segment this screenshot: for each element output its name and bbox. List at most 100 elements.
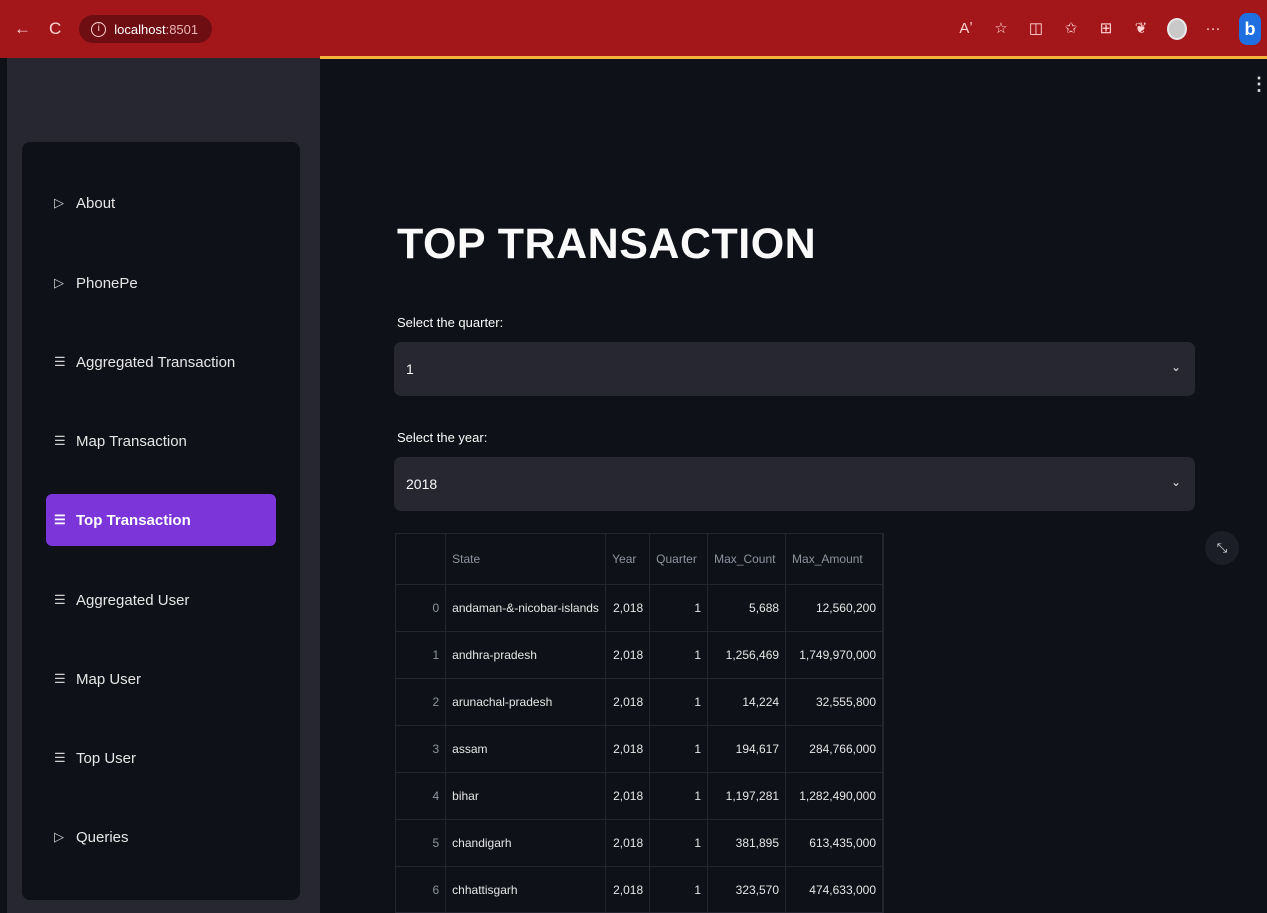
data-table: State Year Quarter Max_Count Max_Amount … <box>396 534 883 912</box>
read-aloud-icon[interactable]: Aʼ <box>957 19 975 39</box>
more-options-icon[interactable]: ··· <box>1204 19 1222 39</box>
quarter-label: Select the quarter: <box>397 315 504 330</box>
profile-avatar[interactable] <box>1167 18 1187 40</box>
max-amount-cell[interactable]: 284,766,000 <box>785 725 883 773</box>
address-bar[interactable]: i localhost:8501 <box>79 15 213 43</box>
page-title: TOP TRANSACTION <box>397 220 817 268</box>
max-count-cell[interactable]: 194,617 <box>707 725 787 773</box>
year-cell[interactable]: 2,018 <box>605 772 651 820</box>
split-screen-icon[interactable]: ◫ <box>1027 19 1045 39</box>
row-index-cell: 3 <box>396 725 447 773</box>
max-amount-cell[interactable]: 1,282,490,000 <box>785 772 883 820</box>
max-count-cell[interactable]: 1,256,469 <box>707 631 787 679</box>
browser-essentials-icon[interactable]: ❦ <box>1132 19 1150 39</box>
max-count-cell[interactable]: 5,688 <box>707 584 787 632</box>
sidebar-item-label: Aggregated Transaction <box>76 353 236 371</box>
collections-icon[interactable]: ⊞ <box>1097 19 1115 39</box>
column-header-year[interactable]: Year <box>605 534 651 585</box>
max-amount-cell[interactable]: 1,749,970,000 <box>785 631 883 679</box>
state-cell[interactable]: bihar <box>445 772 607 820</box>
table-row: 0 andaman-&-nicobar-islands 2,018 1 5,68… <box>396 584 883 632</box>
favorites-list-icon[interactable]: ✩ <box>1062 19 1080 39</box>
sidebar-item-top-user[interactable]: ☰ Top User <box>46 732 276 784</box>
max-count-cell[interactable]: 14,224 <box>707 678 787 726</box>
state-cell[interactable]: assam <box>445 725 607 773</box>
column-header-quarter[interactable]: Quarter <box>649 534 709 585</box>
play-icon: ▷ <box>54 829 64 844</box>
quarter-cell[interactable]: 1 <box>649 678 709 726</box>
column-header-max-count[interactable]: Max_Count <box>707 534 787 585</box>
row-index-cell: 4 <box>396 772 447 820</box>
sidebar-item-phonepe[interactable]: ▷ PhonePe <box>46 257 276 309</box>
sidebar-item-queries[interactable]: ▷ Queries <box>46 811 276 863</box>
bing-copilot-icon[interactable]: b <box>1239 13 1261 45</box>
quarter-cell[interactable]: 1 <box>649 819 709 867</box>
column-header-index[interactable] <box>396 534 447 585</box>
year-cell[interactable]: 2,018 <box>605 678 651 726</box>
state-cell[interactable]: andaman-&-nicobar-islands <box>445 584 607 632</box>
year-cell[interactable]: 2,018 <box>605 866 651 912</box>
quarter-cell[interactable]: 1 <box>649 584 709 632</box>
max-count-cell[interactable]: 381,895 <box>707 819 787 867</box>
play-icon: ▷ <box>54 275 64 290</box>
favorite-star-icon[interactable]: ☆ <box>992 19 1010 39</box>
back-icon[interactable]: ← <box>14 19 31 39</box>
state-cell[interactable]: arunachal-pradesh <box>445 678 607 726</box>
state-cell[interactable]: chhattisgarh <box>445 866 607 912</box>
list-icon: ☰ <box>54 750 66 765</box>
max-count-cell[interactable]: 1,197,281 <box>707 772 787 820</box>
chevron-down-icon: ⌄ <box>1170 475 1181 489</box>
sidebar-item-label: Queries <box>76 828 129 846</box>
sidebar-item-map-transaction[interactable]: ☰ Map Transaction <box>46 415 276 467</box>
quarter-select[interactable]: 1 ⌄ <box>394 342 1195 396</box>
browser-toolbar: ← C i localhost:8501 Aʼ ☆ ◫ ✩ ⊞ ❦ ··· b <box>0 0 1267 58</box>
max-amount-cell[interactable]: 474,633,000 <box>785 866 883 912</box>
list-icon: ☰ <box>54 433 66 448</box>
table-row: 1 andhra-pradesh 2,018 1 1,256,469 1,749… <box>396 631 883 679</box>
list-icon: ☰ <box>54 592 66 607</box>
app-loading-accent-line <box>320 56 1267 59</box>
quarter-cell[interactable]: 1 <box>649 631 709 679</box>
max-count-cell[interactable]: 323,570 <box>707 866 787 912</box>
column-header-state[interactable]: State <box>445 534 607 585</box>
sidebar-item-map-user[interactable]: ☰ Map User <box>46 653 276 705</box>
list-icon: ☰ <box>54 354 66 369</box>
table-row: 3 assam 2,018 1 194,617 284,766,000 <box>396 725 883 773</box>
table-row: 2 arunachal-pradesh 2,018 1 14,224 32,55… <box>396 678 883 726</box>
browser-nav: ← C i localhost:8501 <box>14 15 213 43</box>
max-amount-cell[interactable]: 32,555,800 <box>785 678 883 726</box>
sidebar-item-aggregated-transaction[interactable]: ☰ Aggregated Transaction <box>46 336 276 388</box>
year-cell[interactable]: 2,018 <box>605 725 651 773</box>
max-amount-cell[interactable]: 12,560,200 <box>785 584 883 632</box>
sidebar-item-about[interactable]: ▷ About <box>46 177 276 229</box>
main-menu-icon[interactable]: ⋮ <box>1250 74 1267 94</box>
quarter-cell[interactable]: 1 <box>649 772 709 820</box>
quarter-cell[interactable]: 1 <box>649 866 709 912</box>
sidebar-item-label: About <box>76 194 116 212</box>
dataframe-table[interactable]: State Year Quarter Max_Count Max_Amount … <box>395 533 884 913</box>
browser-extensions: Aʼ ☆ ◫ ✩ ⊞ ❦ ··· b <box>957 13 1261 45</box>
fullscreen-expand-icon[interactable]: ⤡ <box>1205 531 1239 565</box>
site-info-icon[interactable]: i <box>91 21 107 37</box>
sidebar-item-aggregated-user[interactable]: ☰ Aggregated User <box>46 574 276 626</box>
state-cell[interactable]: andhra-pradesh <box>445 631 607 679</box>
column-header-max-amount[interactable]: Max_Amount <box>785 534 883 585</box>
sidebar-item-top-transaction[interactable]: ☰ Top Transaction <box>46 494 276 546</box>
reload-icon[interactable]: C <box>49 19 61 39</box>
quarter-cell[interactable]: 1 <box>649 725 709 773</box>
sidebar-item-label: Top User <box>76 749 137 767</box>
year-select[interactable]: 2018 ⌄ <box>394 457 1195 511</box>
state-cell[interactable]: chandigarh <box>445 819 607 867</box>
table-row: 4 bihar 2,018 1 1,197,281 1,282,490,000 <box>396 772 883 820</box>
table-header-row: State Year Quarter Max_Count Max_Amount <box>396 534 883 585</box>
chevron-down-icon: ⌄ <box>1170 360 1181 374</box>
year-cell[interactable]: 2,018 <box>605 631 651 679</box>
row-index-cell: 5 <box>396 819 447 867</box>
year-cell[interactable]: 2,018 <box>605 584 651 632</box>
sidebar-item-label: Aggregated User <box>76 591 190 609</box>
max-amount-cell[interactable]: 613,435,000 <box>785 819 883 867</box>
list-icon: ☰ <box>54 512 66 527</box>
sidebar-item-label: Top Transaction <box>76 511 191 529</box>
year-cell[interactable]: 2,018 <box>605 819 651 867</box>
url-text: localhost:8501 <box>114 22 198 37</box>
